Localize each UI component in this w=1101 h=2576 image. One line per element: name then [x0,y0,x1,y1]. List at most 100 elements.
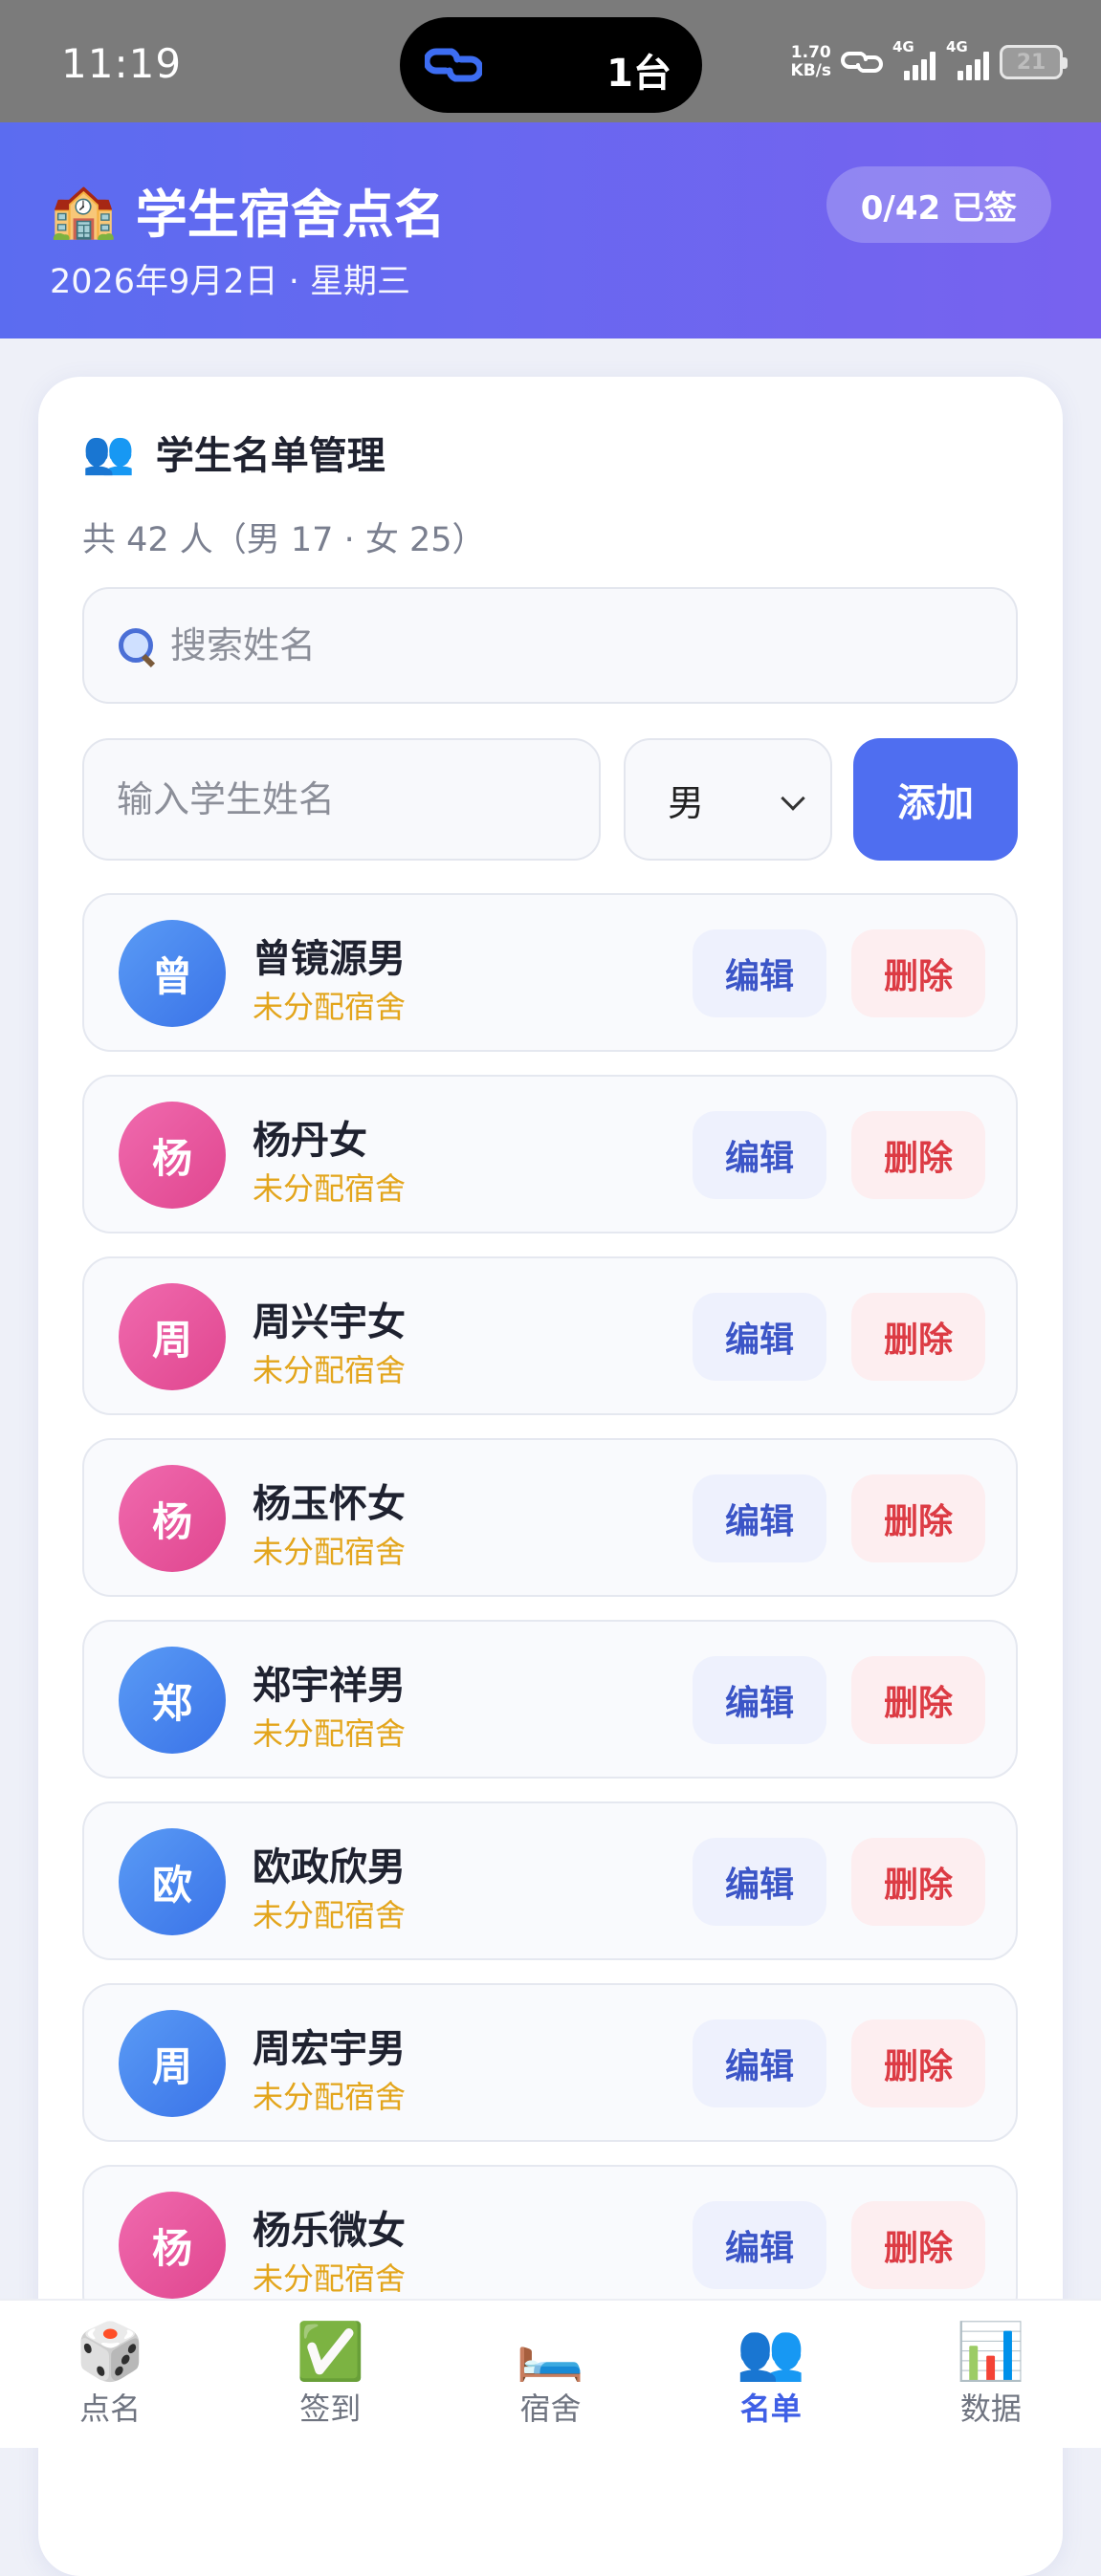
nav-item-3[interactable]: 🛏️ 宿舍 [440,2301,660,2448]
edit-button[interactable]: 编辑 [693,929,826,1017]
nav-label: 签到 [299,2390,362,2427]
sign-count-badge: 0/42 已签 [826,166,1051,243]
signal-label-1: 4G [892,38,914,55]
search-box[interactable] [82,587,1018,704]
search-input[interactable] [170,624,1012,666]
student-row[interactable]: 杨杨玉怀女未分配宿舍 编辑 删除 [82,1438,1018,1597]
avatar: 杨 [119,1465,226,1572]
delete-button[interactable]: 删除 [851,2019,985,2107]
student-row[interactable]: 欧欧政欣男未分配宿舍 编辑 删除 [82,1801,1018,1960]
avatar: 周 [119,2010,226,2117]
delete-button[interactable]: 删除 [851,1293,985,1381]
delete-button[interactable]: 删除 [851,1656,985,1744]
battery-level: 21 [1016,50,1046,75]
delete-button[interactable]: 删除 [851,929,985,1017]
signal-label-2: 4G [946,38,968,55]
edit-button[interactable]: 编辑 [693,1656,826,1744]
status-indicators: 1.70 KB/s 4G 4G 21 [791,38,1068,86]
search-icon [115,624,157,666]
people-icon: 👥 [82,428,135,477]
edit-button[interactable]: 编辑 [693,1111,826,1199]
header-date: 2026年9月2日 · 星期三 [50,263,410,301]
delete-button[interactable]: 删除 [851,1474,985,1562]
nav-label: 宿舍 [519,2390,582,2427]
student-name-field[interactable] [82,738,601,861]
delete-button[interactable]: 删除 [851,1838,985,1926]
delete-button[interactable]: 删除 [851,2201,985,2289]
student-row[interactable]: 郑郑宇祥男未分配宿舍 编辑 删除 [82,1620,1018,1779]
student-name: 杨乐微女 [253,2209,406,2253]
page-title-text: 学生宿舍点名 [135,185,446,245]
avatar: 郑 [119,1647,226,1754]
nav-label: 点名 [79,2390,142,2427]
net-speed-value: 1.70 [790,43,831,62]
roster-title-text: 学生名单管理 [155,434,385,478]
avatar: 杨 [119,1102,226,1209]
edit-button[interactable]: 编辑 [693,1293,826,1381]
dorm-status: 未分配宿舍 [253,1534,407,1570]
delete-button[interactable]: 删除 [851,1111,985,1199]
signal-icon-2: 4G [946,38,990,80]
edit-button[interactable]: 编辑 [693,1474,826,1562]
dynamic-island[interactable]: 1台 [400,17,702,113]
edit-button[interactable]: 编辑 [693,2019,826,2107]
check-icon: ✅ [296,2319,365,2384]
school-icon: 🏫 [50,179,117,242]
student-row[interactable]: 杨杨丹女未分配宿舍 编辑 删除 [82,1075,1018,1233]
chart-icon: 📊 [956,2319,1026,2384]
student-name: 周兴宇女 [253,1300,406,1344]
battery-icon: 21 [1000,45,1068,79]
nav-item-5[interactable]: 📊 数据 [881,2301,1101,2448]
student-name: 杨玉怀女 [253,1482,406,1526]
nav-item-4[interactable]: 👥 名单 [661,2301,881,2448]
student-row[interactable]: 曾曾镜源男未分配宿舍 编辑 删除 [82,893,1018,1052]
people-icon: 👥 [736,2319,805,2384]
dorm-status: 未分配宿舍 [253,2079,407,2115]
status-bar: 11:19 1台 1.70 KB/s 4G 4G 21 [0,0,1101,122]
dorm-status: 未分配宿舍 [253,2260,407,2297]
student-name: 曾镜源男 [253,937,406,981]
edit-button[interactable]: 编辑 [693,2201,826,2289]
dice-icon: 🎲 [75,2319,145,2384]
nav-label: 数据 [959,2390,1022,2427]
nav-item-2[interactable]: ✅ 签到 [220,2301,440,2448]
hotspot-link-icon [841,52,883,73]
avatar: 杨 [119,2192,226,2299]
bed-icon: 🛏️ [516,2319,585,2384]
dorm-status: 未分配宿舍 [253,1352,407,1388]
net-speed: 1.70 KB/s [791,44,831,80]
student-name: 杨丹女 [253,1119,367,1163]
status-time: 11:19 [61,40,183,87]
avatar: 欧 [119,1828,226,1935]
nav-item-1[interactable]: 🎲 点名 [0,2301,220,2448]
dorm-status: 未分配宿舍 [253,1715,407,1752]
avatar: 周 [119,1283,226,1390]
roster-card: 👥 学生名单管理 共 42 人（男 17 · 女 25） 男 添加 曾曾镜源男未… [38,377,1063,2576]
student-row[interactable]: 周周兴宇女未分配宿舍 编辑 删除 [82,1256,1018,1415]
link-icon [425,48,482,82]
battery-tip [1063,57,1068,69]
bottom-nav: 🎲 点名 ✅ 签到 🛏️ 宿舍 👥 名单 📊 数据 [0,2299,1101,2448]
add-button[interactable]: 添加 [853,738,1018,861]
edit-button[interactable]: 编辑 [693,1838,826,1926]
chevron-down-icon [781,786,805,811]
dorm-status: 未分配宿舍 [253,989,407,1025]
student-name: 欧政欣男 [253,1845,406,1889]
page-title: 🏫 学生宿舍点名 [50,172,446,248]
island-text: 1台 [606,52,672,96]
student-name: 周宏宇男 [253,2027,406,2071]
signal-icon-1: 4G [892,38,936,80]
roster-count: 共 42 人（男 17 · 女 25） [82,521,486,559]
dorm-status: 未分配宿舍 [253,1170,407,1207]
student-name: 郑宇祥男 [253,1664,406,1708]
app-header: 🏫 学生宿舍点名 2026年9月2日 · 星期三 0/42 已签 [0,122,1101,338]
roster-title: 👥 学生名单管理 [82,425,385,480]
net-speed-unit: KB/s [790,61,831,80]
avatar: 曾 [119,920,226,1027]
gender-selected-value: 男 [668,781,705,824]
gender-select[interactable]: 男 [624,738,832,861]
nav-label: 名单 [739,2390,802,2427]
dorm-status: 未分配宿舍 [253,1897,407,1933]
add-student-row: 男 添加 [82,738,1018,861]
student-row[interactable]: 周周宏宇男未分配宿舍 编辑 删除 [82,1983,1018,2142]
